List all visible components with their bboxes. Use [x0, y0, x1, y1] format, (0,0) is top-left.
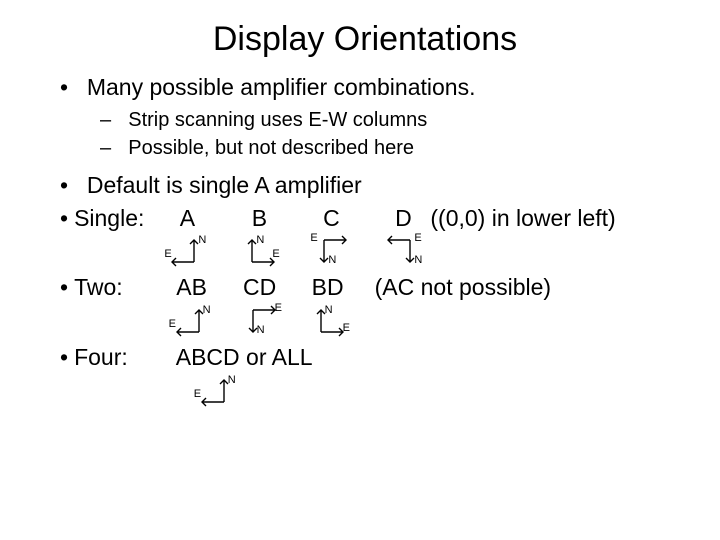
compass-e: E	[275, 302, 282, 314]
compass-n: N	[256, 234, 264, 246]
bullet-possible: – Possible, but not described here	[100, 135, 680, 161]
label-two: Two:	[74, 274, 123, 301]
bullet-default: • Default is single A amplifier	[60, 171, 680, 201]
amp-bd: BD N E	[307, 274, 349, 338]
amp-ab-label: AB	[176, 274, 207, 302]
compass-abcd: N E	[196, 374, 238, 408]
compass-e: E	[310, 232, 317, 244]
amp-a: A N E	[166, 205, 208, 269]
compass-c: E N	[310, 234, 352, 268]
compass-d: E N	[382, 234, 424, 268]
amp-d-label: D	[395, 205, 412, 233]
bullet-marker: •	[60, 172, 68, 198]
compass-e: E	[414, 232, 421, 244]
compass-n: N	[325, 304, 333, 316]
amp-d: D E N	[382, 205, 424, 269]
amp-ab: AB N E	[171, 274, 213, 338]
compass-n: N	[203, 304, 211, 316]
amp-c: C E N	[310, 205, 352, 269]
amp-c-label: C	[323, 205, 340, 233]
compass-e: E	[164, 248, 171, 260]
compass-n: N	[414, 254, 422, 266]
bullet-strip: – Strip scanning uses E-W columns	[100, 107, 680, 133]
compass-n: N	[328, 254, 336, 266]
amp-bd-label: BD	[312, 274, 344, 302]
label-single: Single:	[74, 205, 144, 232]
compass-e: E	[343, 322, 350, 334]
row-two: • Two: AB N E CD	[60, 274, 680, 338]
compass-b: N E	[238, 234, 280, 268]
bullet-marker: •	[60, 74, 68, 100]
label-four: Four:	[74, 344, 128, 371]
compass-a: N E	[166, 234, 208, 268]
compass-bd: N E	[307, 304, 349, 338]
bullet-marker: –	[100, 109, 111, 131]
amp-abcd-label: ABCD or ALL	[176, 344, 313, 372]
amp-b-label: B	[252, 205, 267, 233]
bullet-marker: •	[60, 274, 68, 301]
compass-n: N	[257, 324, 265, 336]
compass-e: E	[272, 248, 279, 260]
amp-cd-label: CD	[243, 274, 276, 302]
compass-n: N	[228, 374, 236, 386]
row-four: • Four: ABCD or ALL N E	[60, 344, 680, 408]
bullet-text: Possible, but not described here	[128, 137, 414, 159]
compass-cd: E N	[239, 304, 281, 338]
amp-a-label: A	[180, 205, 195, 233]
row-single: • Single: A N E B	[60, 205, 680, 269]
two-note: (AC not possible)	[375, 274, 551, 302]
bullet-combinations: • Many possible amplifier combinations.	[60, 73, 680, 103]
bullet-text: Many possible amplifier combinations.	[87, 74, 476, 100]
compass-n: N	[198, 234, 206, 246]
compass-e: E	[194, 388, 201, 400]
compass-ab: N E	[171, 304, 213, 338]
bullet-text: Strip scanning uses E-W columns	[128, 109, 427, 131]
bullet-marker: •	[60, 205, 68, 232]
amp-cd: CD E N	[239, 274, 281, 338]
compass-e: E	[169, 318, 176, 330]
bullet-text: Default is single A amplifier	[87, 172, 362, 198]
single-note: ((0,0) in lower left)	[430, 205, 615, 233]
slide: Display Orientations • Many possible amp…	[0, 0, 720, 432]
amp-abcd: ABCD or ALL N E	[176, 344, 313, 408]
slide-title: Display Orientations	[50, 20, 680, 59]
amp-b: B N E	[238, 205, 280, 269]
bullet-marker: –	[100, 137, 111, 159]
bullet-marker: •	[60, 344, 68, 371]
